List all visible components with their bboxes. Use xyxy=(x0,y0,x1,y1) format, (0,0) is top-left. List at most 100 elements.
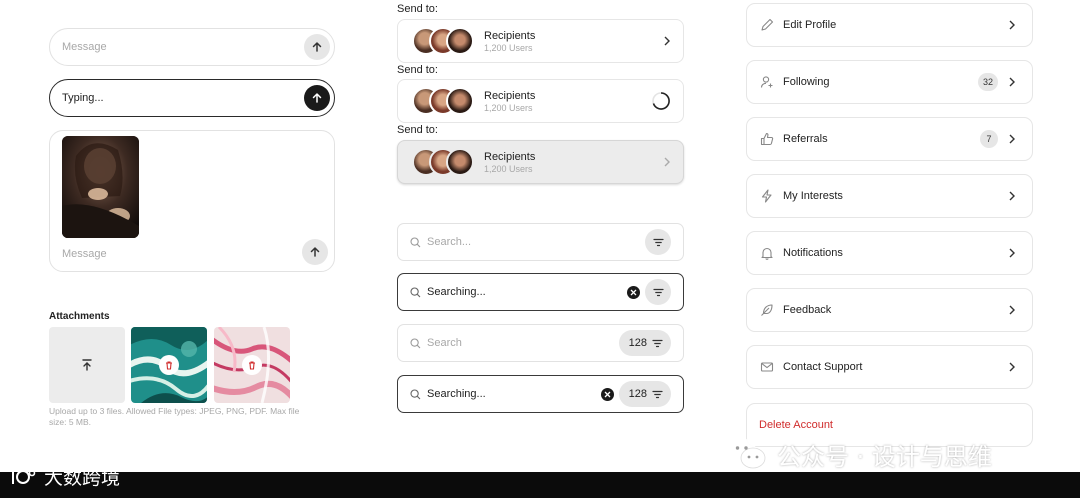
close-icon xyxy=(604,391,611,397)
loading-spinner-icon xyxy=(652,92,670,110)
count-badge: 32 xyxy=(978,73,998,91)
menu-item-notifications[interactable]: Notifications xyxy=(746,231,1033,275)
filter-button[interactable] xyxy=(645,279,671,305)
send-to-label: Send to: xyxy=(397,3,438,15)
avatar xyxy=(446,148,474,176)
arrow-up-icon xyxy=(312,92,322,103)
search-placeholder: Search... xyxy=(427,236,472,248)
filter-button[interactable] xyxy=(645,229,671,255)
watermark-brand: 大数跨境 xyxy=(10,463,120,490)
count-badge: 7 xyxy=(980,130,998,148)
result-count: 128 xyxy=(628,337,647,349)
message-input-typing[interactable]: Typing... xyxy=(49,79,335,117)
compose-placeholder: Message xyxy=(62,248,107,260)
watermark-wechat: 公众号 · 设计与思维 xyxy=(727,436,992,472)
recipients-title: Recipients xyxy=(484,89,536,102)
delete-account-label: Delete Account xyxy=(759,419,833,431)
menu-item-feedback[interactable]: Feedback xyxy=(746,288,1033,332)
menu-item-edit-profile[interactable]: Edit Profile xyxy=(746,3,1033,47)
search-input-active[interactable]: Searching... xyxy=(397,273,684,311)
search-input-empty[interactable]: Search... xyxy=(397,223,684,261)
attachments-hint: Upload up to 3 files. Allowed File types… xyxy=(49,406,300,427)
avatar xyxy=(446,27,474,55)
pencil-icon xyxy=(759,17,775,33)
menu-item-label: Referrals xyxy=(783,133,828,145)
chevron-right-icon xyxy=(663,154,671,170)
message-input-empty[interactable]: Message xyxy=(49,28,335,66)
menu-item-my-interests[interactable]: My Interests xyxy=(746,174,1033,218)
filter-icon xyxy=(652,238,664,246)
filter-count-button[interactable]: 128 xyxy=(618,381,671,407)
send-button-active[interactable] xyxy=(304,85,330,111)
recipients-count: 1,200 Users xyxy=(484,102,533,113)
search-input-active-with-results[interactable]: Searching... 128 xyxy=(397,375,684,413)
send-to-label: Send to: xyxy=(397,64,438,76)
attachment-thumbnail[interactable] xyxy=(214,327,290,403)
menu-item-label: Following xyxy=(783,76,830,88)
upload-icon xyxy=(82,359,92,371)
message-placeholder: Message xyxy=(62,41,107,53)
watermark-brand-text: 大数跨境 xyxy=(44,467,121,489)
menu-item-label: Feedback xyxy=(783,304,832,316)
recipients-selector-loading[interactable]: Recipients 1,200 Users xyxy=(397,79,684,123)
avatar-stack xyxy=(412,27,476,55)
avatar xyxy=(446,87,474,115)
ui-kit-canvas: Message Typing... Message Attachments Up… xyxy=(0,0,1080,498)
chevron-right-icon xyxy=(1008,245,1016,261)
search-value: Searching... xyxy=(427,388,486,400)
menu-item-label: Contact Support xyxy=(783,361,863,373)
filter-icon xyxy=(652,288,664,296)
trash-icon xyxy=(249,361,255,370)
send-button[interactable] xyxy=(302,239,328,265)
search-value: Searching... xyxy=(427,286,486,298)
send-button[interactable] xyxy=(304,34,330,60)
attachment-thumbnail[interactable] xyxy=(131,327,207,403)
result-count: 128 xyxy=(628,388,647,400)
chevron-right-icon xyxy=(1008,74,1016,90)
chevron-right-icon xyxy=(1008,188,1016,204)
close-icon xyxy=(630,289,637,295)
user-plus-icon xyxy=(759,74,775,90)
chevron-right-icon xyxy=(663,33,671,49)
mail-icon xyxy=(759,359,775,375)
remove-attachment-button[interactable] xyxy=(159,355,179,375)
brand-logo-icon xyxy=(12,469,36,484)
avatar-stack xyxy=(412,148,476,176)
chevron-right-icon xyxy=(1008,17,1016,33)
message-compose-with-image[interactable]: Message xyxy=(49,130,335,272)
recipients-count: 1,200 Users xyxy=(484,163,533,174)
watermark-text: 公众号 · 设计与思维 xyxy=(777,442,992,471)
recipients-selector-hover[interactable]: Recipients 1,200 Users xyxy=(397,140,684,184)
attachments-title: Attachments xyxy=(49,311,110,322)
filter-icon xyxy=(652,390,663,398)
thumbs-up-icon xyxy=(759,131,775,147)
clear-search-button[interactable] xyxy=(627,285,640,299)
send-to-label: Send to: xyxy=(397,124,438,136)
menu-item-following[interactable]: Following 32 xyxy=(746,60,1033,104)
remove-attachment-button[interactable] xyxy=(242,355,262,375)
avatar-stack xyxy=(412,87,476,115)
menu-item-contact-support[interactable]: Contact Support xyxy=(746,345,1033,389)
arrow-up-icon xyxy=(310,246,320,257)
menu-item-label: My Interests xyxy=(783,190,843,202)
menu-item-label: Notifications xyxy=(783,247,843,259)
search-icon xyxy=(410,388,421,399)
search-placeholder: Search xyxy=(427,337,462,349)
filter-count-button[interactable]: 128 xyxy=(618,330,671,356)
message-typing-value: Typing... xyxy=(62,92,104,104)
upload-tile[interactable] xyxy=(49,327,125,403)
bell-icon xyxy=(759,245,775,261)
recipients-title: Recipients xyxy=(484,150,536,163)
chevron-right-icon xyxy=(1008,131,1016,147)
arrow-up-icon xyxy=(312,41,322,52)
search-icon xyxy=(410,236,421,247)
recipients-selector[interactable]: Recipients 1,200 Users xyxy=(397,19,684,63)
attached-photo xyxy=(62,136,139,238)
feather-icon xyxy=(759,302,775,318)
clear-search-button[interactable] xyxy=(600,387,614,401)
search-input-with-results[interactable]: Search 128 xyxy=(397,324,684,362)
menu-item-referrals[interactable]: Referrals 7 xyxy=(746,117,1033,161)
recipients-title: Recipients xyxy=(484,29,536,42)
trash-icon xyxy=(166,361,172,370)
filter-icon xyxy=(652,339,663,347)
